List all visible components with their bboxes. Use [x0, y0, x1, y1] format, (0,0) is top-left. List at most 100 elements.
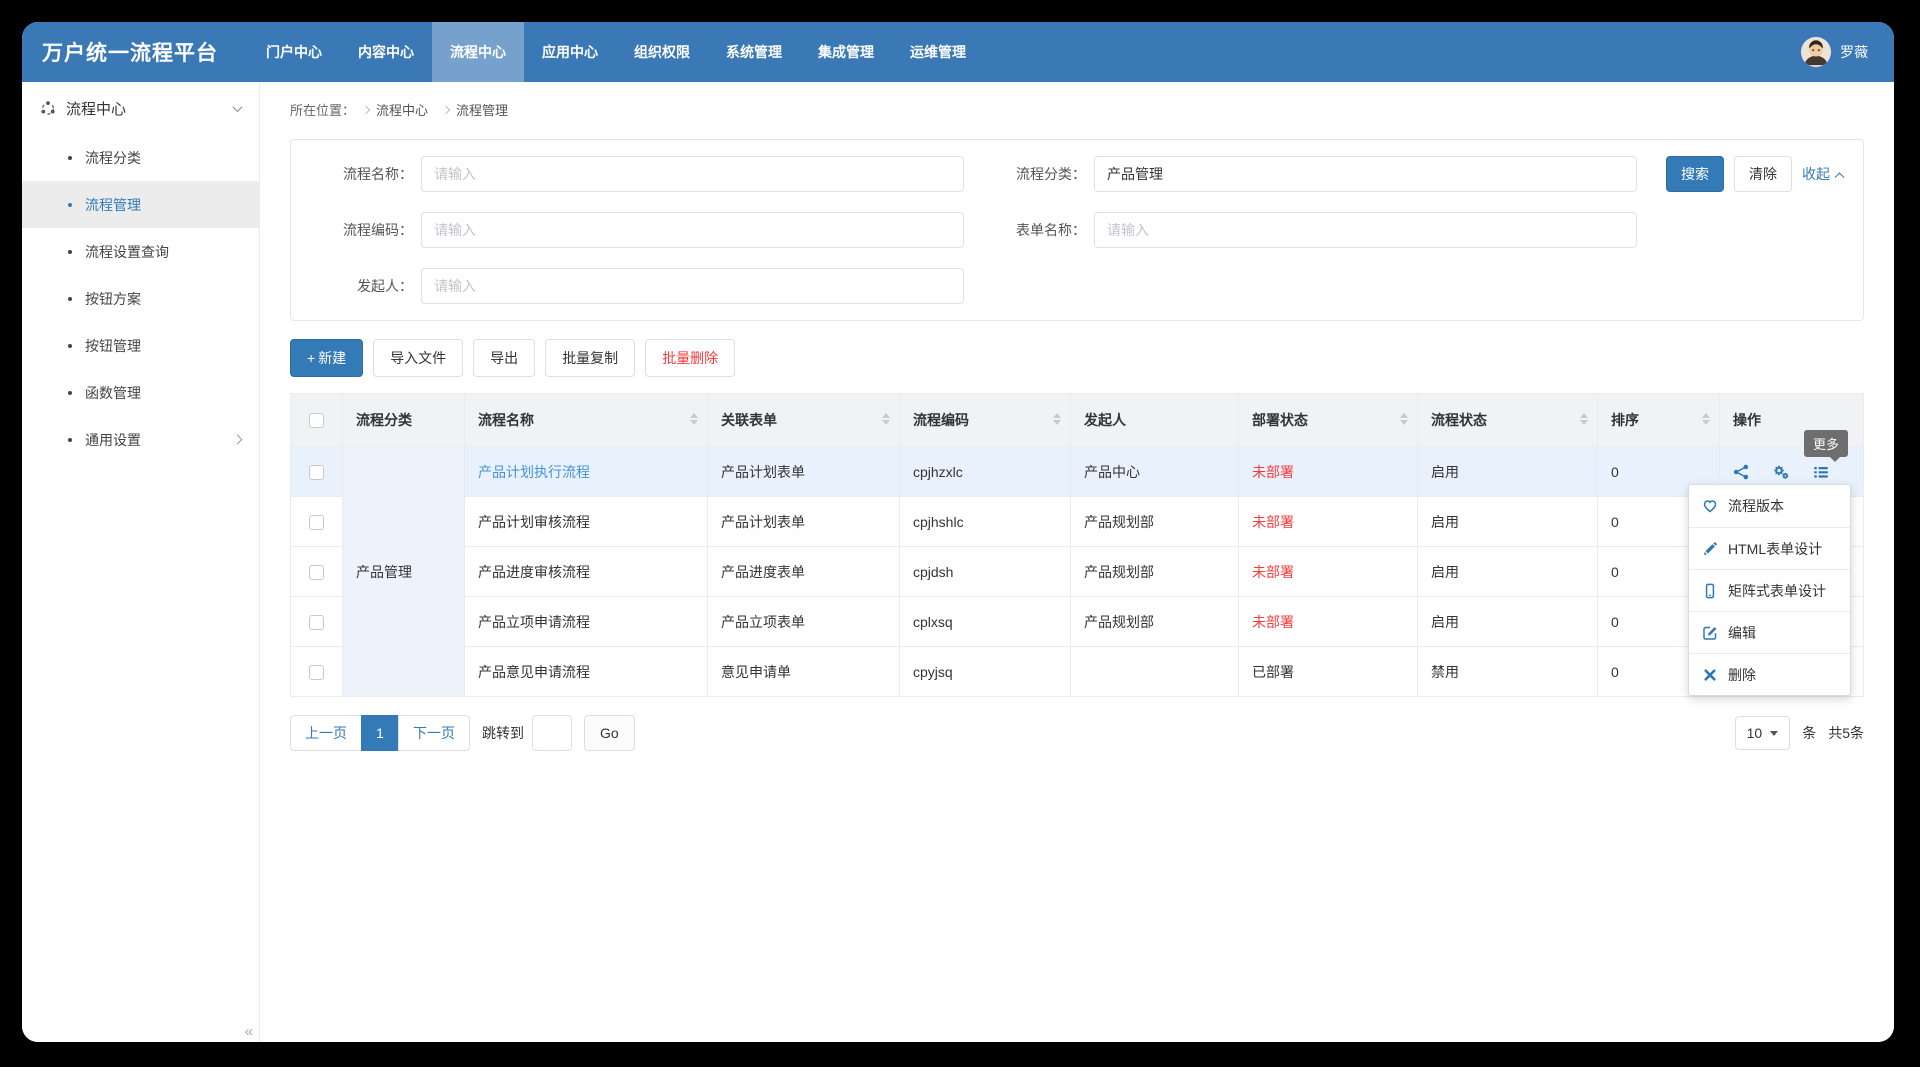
page-size-select[interactable]: 10 — [1735, 716, 1791, 750]
menu-item-edit[interactable]: 编辑 — [1689, 611, 1850, 653]
sidebar-group-process-center[interactable]: 流程中心 — [22, 82, 259, 134]
row-checkbox[interactable] — [309, 615, 324, 630]
user-name: 罗薇 — [1840, 42, 1868, 62]
select-all-checkbox[interactable] — [309, 413, 324, 428]
column-header-flow-status[interactable]: 流程状态 — [1418, 394, 1598, 447]
row-checkbox[interactable] — [309, 565, 324, 580]
sidebar-item-process-management[interactable]: 流程管理 — [22, 181, 259, 228]
form-name-input[interactable] — [1094, 212, 1637, 248]
breadcrumb-item-process-management: 流程管理 — [456, 100, 508, 119]
menu-item-label: 编辑 — [1728, 623, 1756, 643]
column-header-label: 部署状态 — [1252, 412, 1308, 428]
sidebar-item-general-settings[interactable]: 通用设置 — [22, 416, 259, 463]
sidebar-item-label: 流程分类 — [85, 148, 141, 168]
menu-item-label: 删除 — [1728, 665, 1756, 685]
search-actions: 搜索 清除 收起 — [1666, 156, 1843, 192]
new-button[interactable]: + 新建 — [290, 339, 363, 377]
unit-label: 条 — [1802, 723, 1816, 743]
column-header-code[interactable]: 流程编码 — [900, 394, 1071, 447]
go-button[interactable]: Go — [584, 715, 635, 751]
process-category-input[interactable] — [1094, 156, 1637, 192]
sort-icon[interactable] — [1580, 413, 1588, 425]
nav-item-ops-management[interactable]: 运维管理 — [892, 22, 984, 82]
clear-button[interactable]: 清除 — [1734, 156, 1792, 192]
sidebar-item-label: 流程管理 — [85, 195, 141, 215]
collapse-filters-link[interactable]: 收起 — [1802, 164, 1843, 184]
cell-name: 产品意见申请流程 — [465, 647, 708, 697]
nav-item-integration-management[interactable]: 集成管理 — [800, 22, 892, 82]
column-header-name[interactable]: 流程名称 — [465, 394, 708, 447]
menu-item-label: HTML表单设计 — [1728, 539, 1822, 559]
table-toolbar: + 新建 导入文件 导出 批量复制 批量删除 — [290, 339, 1864, 377]
row-checkbox[interactable] — [309, 465, 324, 480]
cell-sponsor: 产品规划部 — [1071, 597, 1239, 647]
sidebar-item-label: 按钮方案 — [85, 289, 141, 309]
version-icon — [1702, 498, 1718, 514]
process-name-label: 流程名称： — [311, 164, 421, 184]
app-body: 流程中心 流程分类 流程管理 流程设置查询 按钮方案 按钮管理 — [22, 82, 1894, 1042]
main-nav: 门户中心 内容中心 流程中心 应用中心 组织权限 系统管理 集成管理 运维管理 — [248, 22, 984, 82]
process-code-input[interactable] — [421, 212, 964, 248]
share-icon[interactable] — [1733, 464, 1749, 480]
column-header-form[interactable]: 关联表单 — [708, 394, 900, 447]
sort-icon[interactable] — [1702, 413, 1710, 425]
sidebar-item-process-settings-query[interactable]: 流程设置查询 — [22, 228, 259, 275]
process-center-icon — [40, 100, 56, 116]
batch-copy-button[interactable]: 批量复制 — [545, 339, 635, 377]
row-checkbox[interactable] — [309, 515, 324, 530]
bullet-icon — [68, 438, 72, 442]
more-icon[interactable] — [1813, 464, 1829, 480]
import-button[interactable]: 导入文件 — [373, 339, 463, 377]
sort-icon[interactable] — [690, 413, 698, 425]
jump-page-input[interactable] — [532, 715, 572, 751]
next-page-button[interactable]: 下一页 — [398, 715, 470, 751]
sponsor-input[interactable] — [421, 268, 964, 304]
sort-icon[interactable] — [882, 413, 890, 425]
settings-icon[interactable] — [1773, 464, 1789, 480]
cell-form: 意见申请单 — [708, 647, 900, 697]
export-button[interactable]: 导出 — [473, 339, 535, 377]
column-header-sort[interactable]: 排序 — [1598, 394, 1720, 447]
process-name-link[interactable]: 产品计划执行流程 — [478, 464, 590, 480]
sidebar-item-function-management[interactable]: 函数管理 — [22, 369, 259, 416]
sidebar-item-button-scheme[interactable]: 按钮方案 — [22, 275, 259, 322]
search-button[interactable]: 搜索 — [1666, 156, 1724, 192]
nav-item-org-permission[interactable]: 组织权限 — [616, 22, 708, 82]
row-checkbox[interactable] — [309, 665, 324, 680]
cell-flow-status: 启用 — [1418, 447, 1598, 497]
bullet-icon — [68, 250, 72, 254]
process-name-input[interactable] — [421, 156, 964, 192]
menu-item-html-form-design[interactable]: HTML表单设计 — [1689, 527, 1850, 569]
nav-item-app-center[interactable]: 应用中心 — [524, 22, 616, 82]
nav-item-content-center[interactable]: 内容中心 — [340, 22, 432, 82]
process-table: 流程分类 流程名称 关联表单 流程编码 发起人 — [290, 393, 1864, 697]
search-row-3: 发起人： — [311, 268, 1843, 304]
nav-item-system-management[interactable]: 系统管理 — [708, 22, 800, 82]
nav-item-portal-center[interactable]: 门户中心 — [248, 22, 340, 82]
sidebar-item-process-category[interactable]: 流程分类 — [22, 134, 259, 181]
prev-page-button[interactable]: 上一页 — [290, 715, 362, 751]
page-1-button[interactable]: 1 — [361, 715, 399, 751]
cell-sponsor: 产品中心 — [1071, 447, 1239, 497]
user-menu[interactable]: 罗薇 — [1801, 37, 1868, 67]
column-header-label: 流程分类 — [356, 412, 412, 428]
sidebar-collapse-icon[interactable]: « — [245, 1023, 253, 1040]
menu-item-matrix-form-design[interactable]: 矩阵式表单设计 — [1689, 569, 1850, 611]
chevron-right-icon — [233, 435, 243, 445]
breadcrumb-item-process-center[interactable]: 流程中心 — [376, 100, 428, 119]
sort-icon[interactable] — [1053, 413, 1061, 425]
batch-delete-button[interactable]: 批量删除 — [645, 339, 735, 377]
more-tooltip: 更多 — [1804, 430, 1848, 457]
sidebar-item-label: 函数管理 — [85, 383, 141, 403]
sidebar-item-button-management[interactable]: 按钮管理 — [22, 322, 259, 369]
menu-item-process-version[interactable]: 流程版本 — [1689, 485, 1850, 527]
menu-item-delete[interactable]: 删除 — [1689, 653, 1850, 695]
table-row: 产品管理 产品计划执行流程 产品计划表单 cpjhzxlc 产品中心 未部署 启… — [291, 447, 1864, 497]
bullet-icon — [68, 297, 72, 301]
cell-name: 产品进度审核流程 — [465, 547, 708, 597]
nav-item-process-center[interactable]: 流程中心 — [432, 22, 524, 82]
column-header-deploy-status[interactable]: 部署状态 — [1239, 394, 1418, 447]
form-name-label: 表单名称： — [964, 220, 1094, 240]
sort-icon[interactable] — [1400, 413, 1408, 425]
mobile-icon — [1702, 583, 1718, 599]
